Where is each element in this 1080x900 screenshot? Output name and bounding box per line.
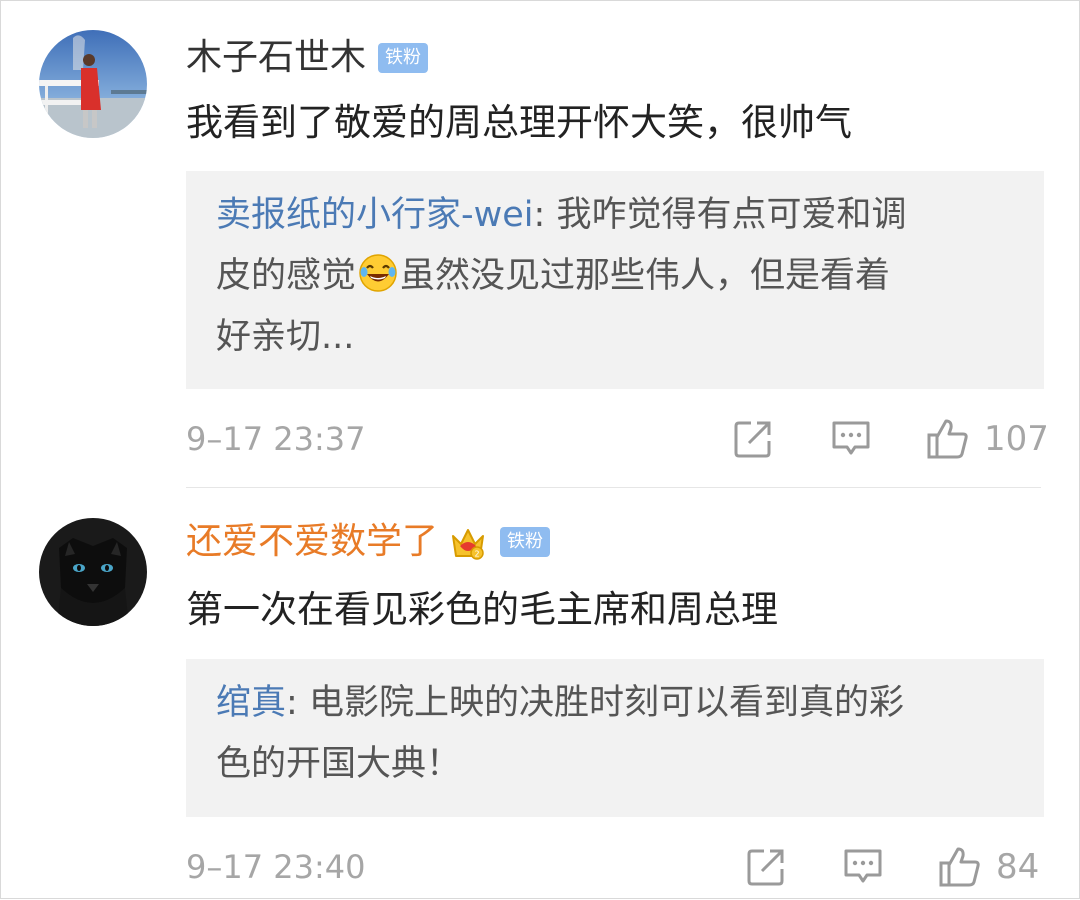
avatar-panther-icon xyxy=(39,518,147,626)
vip-crown-icon: 2 xyxy=(448,522,488,562)
share-button[interactable] xyxy=(746,847,786,887)
reply-text-line1: 电影院上映的决胜时刻可以看到真的彩 xyxy=(308,683,904,723)
reply-text-line3: 好亲切... xyxy=(216,317,355,357)
comment-item: 木子石世木 铁粉 我看到了敬爱的周总理开怀大笑，很帅气 卖报纸的小行家-wei:… xyxy=(1,1,1080,487)
username[interactable]: 木子石世木 xyxy=(186,34,366,82)
laughing-tears-icon xyxy=(358,253,398,293)
reply-line: 卖报纸的小行家-wei: 我咋觉得有点可爱和调 xyxy=(216,185,1014,246)
divider xyxy=(186,487,1041,488)
fan-badge: 铁粉 xyxy=(500,527,551,557)
share-button[interactable] xyxy=(733,419,773,459)
avatar-photo-icon xyxy=(39,30,147,138)
reply-text-line2a: 皮的感觉 xyxy=(216,256,357,296)
reply-line: 色的开国大典！ xyxy=(216,734,1014,795)
svg-text:2: 2 xyxy=(474,550,479,559)
username[interactable]: 还爱不爱数学了 xyxy=(186,518,438,566)
reply-button[interactable] xyxy=(842,847,884,887)
like-count: 84 xyxy=(996,847,1040,887)
comment-text: 我看到了敬爱的周总理开怀大笑，很帅气 xyxy=(186,101,852,144)
comment-icon xyxy=(832,421,870,455)
share-icon xyxy=(747,849,784,886)
share-icon xyxy=(734,421,771,458)
user-row: 木子石世木 铁粉 xyxy=(186,34,429,82)
timestamp: 9–17 23:37 xyxy=(186,420,366,458)
reply-box[interactable]: 卖报纸的小行家-wei: 我咋觉得有点可爱和调 皮的感觉 虽然没见过那些伟人，但… xyxy=(186,171,1044,389)
reply-separator: : xyxy=(286,683,309,723)
avatar[interactable] xyxy=(39,518,147,626)
reply-box[interactable]: 绾真: 电影院上映的决胜时刻可以看到真的彩 色的开国大典！ xyxy=(186,659,1044,817)
reply-author[interactable]: 绾真 xyxy=(216,683,286,723)
like-button[interactable]: 107 xyxy=(926,417,1049,461)
avatar[interactable] xyxy=(39,30,147,138)
reply-line: 好亲切... xyxy=(216,307,1014,368)
reply-author[interactable]: 卖报纸的小行家-wei xyxy=(216,195,534,235)
reply-separator: : xyxy=(533,195,557,235)
reply-text-line2: 色的开国大典！ xyxy=(216,744,462,784)
fan-badge: 铁粉 xyxy=(378,43,429,73)
comment-text: 第一次在看见彩色的毛主席和周总理 xyxy=(186,588,778,631)
reply-line: 皮的感觉 虽然没见过那些伟人，但是看着 xyxy=(216,246,1014,307)
comment-list: 木子石世木 铁粉 我看到了敬爱的周总理开怀大笑，很帅气 卖报纸的小行家-wei:… xyxy=(0,0,1080,899)
like-thumb-icon xyxy=(927,419,968,459)
reply-text-line2b: 虽然没见过那些伟人，但是看着 xyxy=(400,256,891,296)
like-count: 107 xyxy=(984,419,1049,459)
reply-line: 绾真: 电影院上映的决胜时刻可以看到真的彩 xyxy=(216,673,1014,734)
like-button[interactable]: 84 xyxy=(938,845,1039,889)
comment-item: 还爱不爱数学了 2 铁粉 第一次在看见彩色的毛主席和周总理 绾真: 电影院上映的… xyxy=(1,489,1080,900)
comment-icon xyxy=(844,849,882,883)
reply-button[interactable] xyxy=(830,419,872,459)
reply-text-line1: 我咋觉得有点可爱和调 xyxy=(556,195,907,235)
timestamp: 9–17 23:40 xyxy=(186,848,366,886)
like-thumb-icon xyxy=(939,847,980,887)
user-row: 还爱不爱数学了 2 铁粉 xyxy=(186,518,551,566)
